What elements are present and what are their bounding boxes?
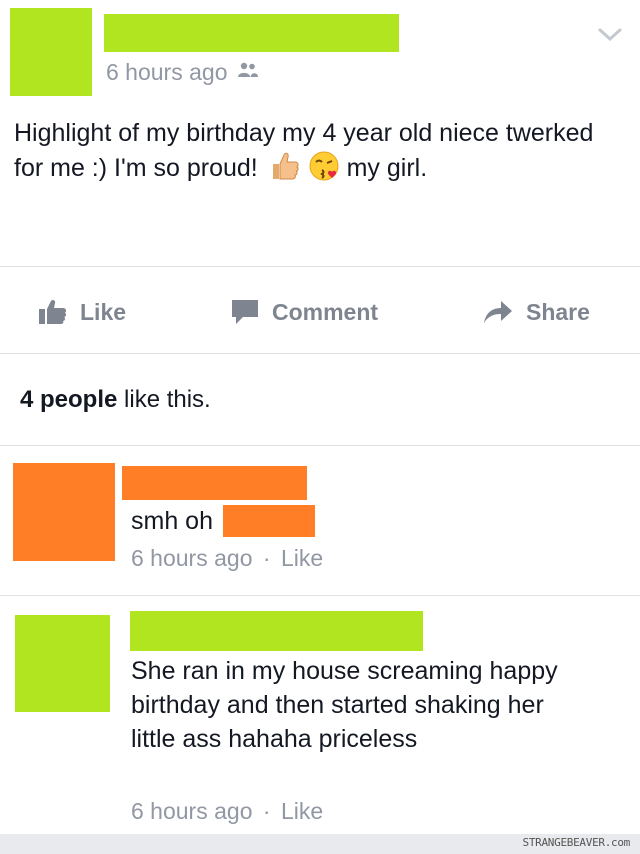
watermark: STRANGEBEAVER.com	[522, 836, 631, 849]
thumbs-up-icon	[38, 299, 68, 325]
comment-author-redacted[interactable]	[130, 611, 423, 651]
share-arrow-icon	[482, 299, 514, 325]
comment-1-text: smh oh	[131, 507, 213, 535]
post-text-end: my girl.	[346, 154, 428, 182]
comment-mention-redacted[interactable]	[222, 505, 315, 537]
likes-suffix: like this.	[117, 386, 211, 413]
likes-count[interactable]: 4 people	[20, 386, 117, 413]
post-timestamp[interactable]: 6 hours ago	[106, 59, 227, 86]
post-divider	[0, 266, 640, 267]
chevron-down-icon[interactable]	[598, 28, 622, 47]
comment-text: smh oh	[131, 504, 315, 538]
share-button[interactable]: Share	[482, 292, 590, 332]
share-label: Share	[526, 298, 590, 325]
like-button[interactable]: Like	[38, 292, 126, 332]
comment-text: She ran in my house screaming happy birt…	[131, 657, 558, 753]
comment-label: Comment	[272, 298, 379, 325]
comment-avatar[interactable]	[13, 463, 115, 561]
comment-like-link[interactable]: Like	[281, 798, 323, 824]
post-meta: 6 hours ago	[106, 58, 259, 86]
meta-separator: ·	[262, 545, 271, 571]
likes-divider	[0, 445, 640, 446]
likes-summary[interactable]: 4 people like this.	[20, 386, 211, 414]
meta-separator: ·	[262, 798, 271, 824]
comment-timestamp[interactable]: 6 hours ago	[131, 545, 252, 571]
post-author-name-redacted[interactable]	[104, 14, 399, 52]
comment-meta: 6 hours ago · Like	[131, 545, 323, 572]
kissing-face-emoji	[308, 150, 340, 191]
comment-divider	[0, 595, 640, 596]
comment-meta: 6 hours ago · Like	[131, 798, 323, 825]
friends-icon	[237, 62, 259, 83]
thumbs-up-emoji	[269, 150, 301, 191]
post-text-main: Highlight of my birthday my 4 year old n…	[14, 119, 594, 182]
comment-author-redacted[interactable]	[122, 466, 307, 500]
comment-timestamp[interactable]: 6 hours ago	[131, 798, 252, 824]
actions-divider	[0, 353, 640, 354]
comment-like-link[interactable]: Like	[281, 545, 323, 571]
comment-button[interactable]: Comment	[230, 292, 378, 332]
comment-avatar[interactable]	[15, 615, 110, 712]
post-author-avatar[interactable]	[10, 8, 92, 96]
post-text: Highlight of my birthday my 4 year old n…	[14, 116, 626, 191]
comment-icon	[230, 298, 260, 326]
like-label: Like	[80, 298, 127, 325]
